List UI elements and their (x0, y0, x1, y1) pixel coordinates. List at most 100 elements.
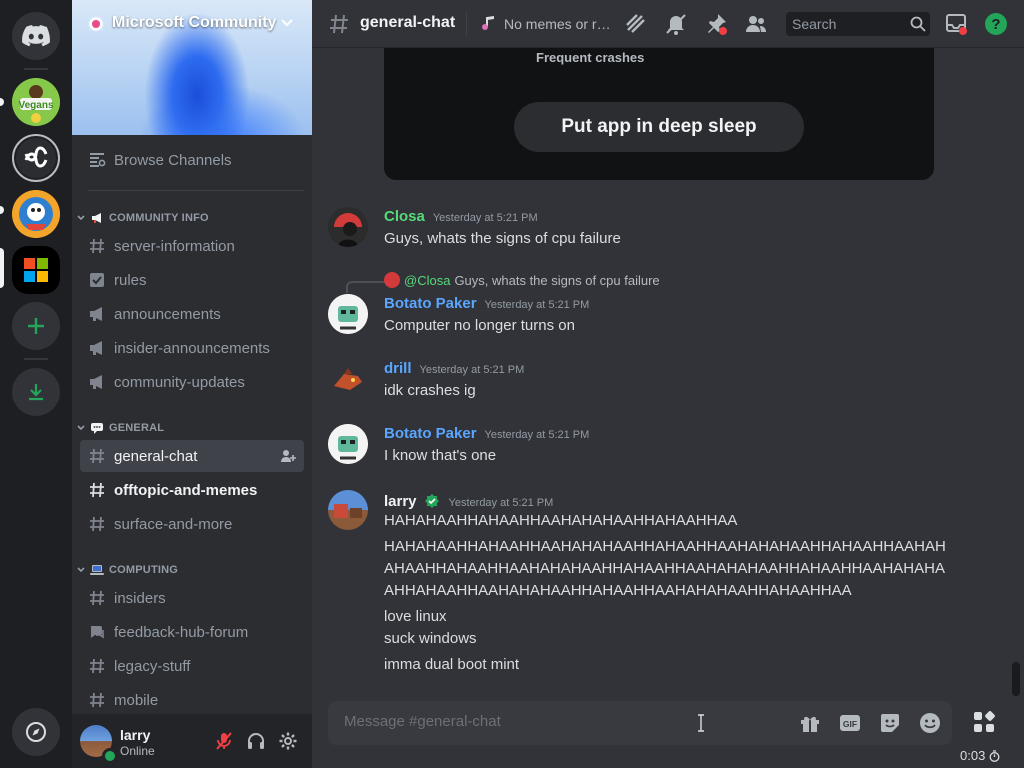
create-invite-icon[interactable] (280, 448, 296, 464)
laptop-emoji-icon (90, 565, 104, 575)
message-header: Botato Paker Yesterday at 5:21 PM (384, 295, 589, 312)
threads-icon[interactable] (624, 12, 648, 36)
channel-insider-announcements[interactable]: insider-announcements (80, 332, 304, 364)
category-general[interactable]: GENERAL (76, 420, 164, 436)
message-author[interactable]: Botato Paker (384, 295, 477, 312)
sticker-icon[interactable] (878, 711, 902, 735)
stopwatch-icon (989, 749, 1000, 762)
avatar[interactable] (328, 424, 368, 464)
server-icon-3[interactable] (12, 134, 60, 182)
hash-icon (90, 658, 104, 674)
channel-offtopic-and-memes[interactable]: offtopic-and-memes (80, 474, 304, 506)
message-author[interactable]: larry (384, 493, 417, 510)
user-settings-button[interactable] (274, 727, 302, 755)
server-header[interactable]: Microsoft Community (72, 0, 312, 48)
reply-avatar (384, 272, 400, 288)
deafen-button[interactable] (242, 727, 270, 755)
avatar[interactable] (328, 360, 368, 400)
browse-channels[interactable]: Browse Channels (80, 144, 304, 176)
message-text: Computer no longer turns on (384, 317, 575, 334)
message-text: suck windows (384, 630, 477, 647)
add-server-button[interactable] (12, 302, 60, 350)
gift-icon[interactable] (798, 711, 822, 735)
microsoft-logo-icon (24, 258, 48, 282)
megaphone-icon (90, 375, 102, 389)
svg-text:Vegans: Vegans (18, 100, 53, 111)
pinned-messages-icon[interactable] (704, 12, 728, 36)
help-icon[interactable]: ? (984, 12, 1008, 36)
message-timestamp: Yesterday at 5:21 PM (484, 429, 590, 441)
message-timestamp: Yesterday at 5:21 PM (484, 299, 590, 311)
message-text: idk crashes ig (384, 382, 476, 399)
server-icon-4[interactable] (12, 190, 60, 238)
message-timestamp: Yesterday at 5:21 PM (448, 497, 554, 509)
search-input[interactable]: Search (786, 12, 930, 36)
chevron-down-icon[interactable] (280, 18, 294, 28)
channel-announcements[interactable]: announcements (80, 298, 304, 330)
channel-general-chat[interactable]: general-chat (80, 440, 304, 472)
direct-messages-button[interactable] (12, 12, 60, 60)
reply-mention: @Closa (404, 272, 451, 288)
channel-rules[interactable]: rules (80, 264, 304, 296)
channel-insiders[interactable]: insiders (80, 582, 304, 614)
member-list-icon[interactable] (744, 12, 768, 36)
gif-icon[interactable]: GIF (838, 711, 862, 735)
apps-icon[interactable] (972, 709, 998, 735)
verified-badge-icon (424, 494, 439, 508)
emoji-icon[interactable] (918, 711, 942, 735)
download-apps-button[interactable] (12, 368, 60, 416)
discover-button[interactable] (12, 708, 60, 756)
avatar[interactable] (328, 207, 368, 247)
inbox-icon[interactable] (944, 12, 968, 36)
channel-server-information[interactable]: server-information (80, 230, 304, 262)
deep-sleep-button[interactable]: Put app in deep sleep (514, 102, 804, 152)
hash-icon (330, 14, 348, 34)
discord-logo-icon (22, 25, 50, 47)
megaphone-emoji-icon (92, 213, 101, 223)
avatar[interactable] (328, 490, 368, 530)
chevron-down-icon (77, 567, 85, 573)
speech-bubble-emoji-icon (91, 423, 103, 434)
category-community-info[interactable]: COMMUNITY INFO (76, 210, 209, 226)
hash-icon (90, 590, 104, 606)
chevron-down-icon (77, 425, 85, 431)
message-composer[interactable]: Message #general-chat GIF (328, 701, 952, 745)
download-icon (29, 384, 43, 401)
server-boost-icon (89, 17, 103, 31)
server-icon-vegans[interactable]: Vegans (12, 78, 60, 126)
channel-legacy-stuff[interactable]: legacy-stuff (80, 650, 304, 682)
channel-feedback-hub-forum[interactable]: feedback-hub-forum (80, 616, 304, 648)
forum-icon (91, 626, 104, 639)
message-list: Frequent crashes Put app in deep sleep C… (312, 48, 1024, 700)
message-text: imma dual boot mint (384, 656, 520, 673)
message-input[interactable]: Message #general-chat (344, 713, 501, 730)
channel-community-updates[interactable]: community-updates (80, 366, 304, 398)
embed-card: Frequent crashes Put app in deep sleep (384, 48, 934, 180)
unread-indicator (0, 206, 4, 214)
status-online-icon (102, 748, 118, 764)
mute-button[interactable] (210, 727, 238, 755)
message-author[interactable]: Botato Paker (384, 425, 477, 442)
scrollbar-thumb[interactable] (1012, 662, 1020, 696)
message-header: drill Yesterday at 5:21 PM (384, 360, 524, 377)
server-rail: Vegans (0, 0, 72, 768)
reply-preview[interactable]: @Closa Guys, whats the signs of cpu fail… (384, 272, 660, 288)
username[interactable]: larry (120, 727, 150, 743)
svg-text:GIF: GIF (843, 719, 857, 729)
svg-text:?: ? (991, 16, 1000, 33)
channel-header: general-chat No memes or ra... Search ? (312, 0, 1024, 48)
message-author[interactable]: drill (384, 360, 412, 377)
channel-surface-and-more[interactable]: surface-and-more (80, 508, 304, 540)
category-computing[interactable]: COMPUTING (76, 562, 178, 578)
server-icon-microsoft-community[interactable] (12, 246, 60, 294)
message-text: Guys, whats the signs of cpu failure (384, 230, 621, 247)
channel-mobile[interactable]: mobile (80, 684, 304, 716)
channel-name: general-chat (360, 14, 456, 31)
message-author[interactable]: Closa (384, 208, 425, 225)
embed-subtitle: Frequent crashes (536, 50, 645, 65)
avatar[interactable] (328, 294, 368, 334)
notification-bell-muted-icon[interactable] (664, 12, 688, 36)
megaphone-icon (90, 341, 102, 355)
channel-topic[interactable]: No memes or ra... (504, 16, 614, 32)
search-icon (910, 16, 926, 32)
